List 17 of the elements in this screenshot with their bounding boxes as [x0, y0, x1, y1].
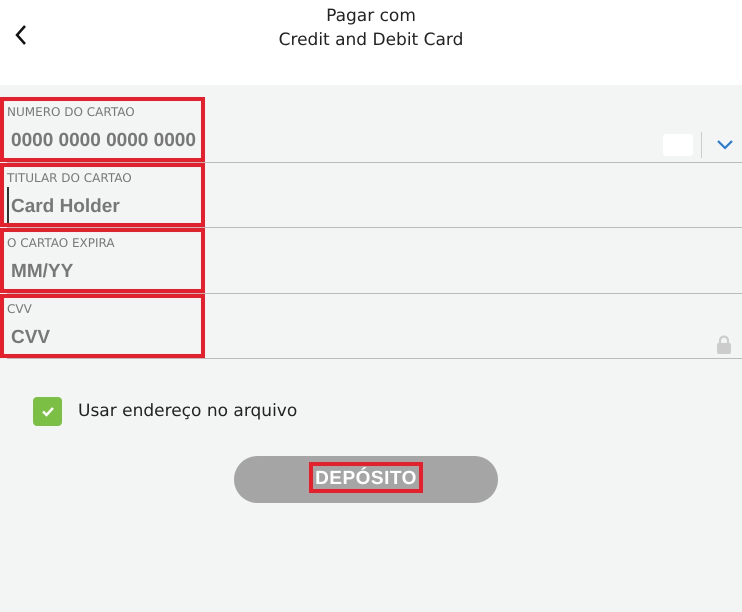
- field-label: NUMERO DO CARTAO: [7, 104, 136, 121]
- page-title: Pagar com: [326, 5, 416, 28]
- input-field[interactable]: Card Holder: [7, 186, 197, 223]
- checkbox-label: Usar endereço no arquivo: [78, 400, 298, 423]
- input-field[interactable]: 0000 0000 0000 0000: [7, 121, 197, 158]
- field-label: CVV: [7, 300, 33, 318]
- checkmark-icon: [40, 406, 54, 417]
- chevron-down-icon[interactable]: [716, 138, 734, 150]
- input-field[interactable]: CVV: [7, 318, 197, 354]
- back-icon: [14, 24, 28, 46]
- input-field[interactable]: MM/YY: [7, 252, 197, 288]
- field-label: TITULAR DO CARTAO: [7, 170, 133, 186]
- page-subtitle: Credit and Debit Card: [278, 29, 464, 52]
- highlight-frame: DEPÓSITO: [309, 462, 423, 494]
- lock-icon: [716, 335, 732, 354]
- checkbox[interactable]: [33, 397, 62, 426]
- field-label: O CARTAO EXPIRA: [7, 235, 116, 252]
